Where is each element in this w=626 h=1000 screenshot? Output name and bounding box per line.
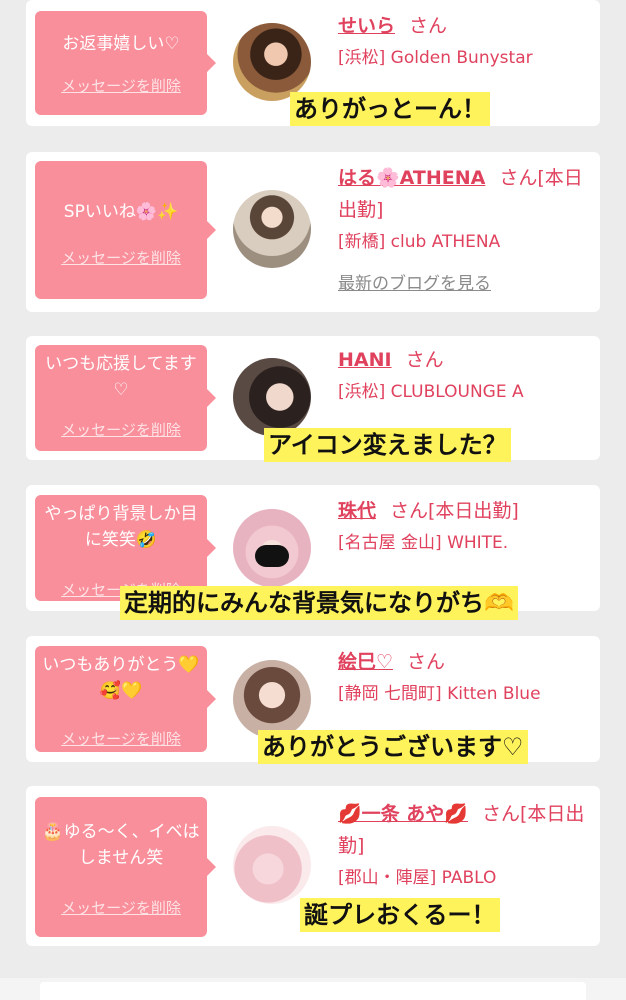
message-card: SPいいね🌸✨ メッセージを削除 はる🌸ATHENA さん[本日出勤] [新橋] … — [26, 152, 600, 312]
sender-info: HANI さん [浜松] CLUBLOUNGE A — [338, 344, 588, 408]
avatar[interactable] — [233, 23, 311, 101]
message-bubble: 🎂ゆる〜く、イベはしません笑 メッセージを削除 — [35, 797, 216, 937]
sender-info: せいら さん [浜松] Golden Bunystar — [338, 10, 588, 74]
message-bubble: いつも応援してます♡ メッセージを削除 — [35, 345, 216, 451]
message-text: 🎂ゆる〜く、イベはしません笑 — [42, 822, 200, 868]
delete-message-link[interactable]: メッセージを削除 — [35, 75, 207, 96]
sender-name-link[interactable]: 💋一条 あや💋 — [338, 803, 468, 825]
sender-info: 💋一条 あや💋 さん[本日出勤] [郡山・陣屋] PABLO — [338, 798, 600, 894]
latest-blog-link[interactable]: 最新のブログを見る — [338, 268, 588, 300]
caption-overlay: ありがとうございます♡ — [258, 730, 528, 764]
message-bubble: SPいいね🌸✨ メッセージを削除 — [35, 161, 216, 299]
caption-overlay: アイコン変えました？ — [264, 428, 511, 462]
sender-name-link[interactable]: 珠代 — [338, 500, 376, 522]
shop-name: [名古屋 金山] WHITE. — [338, 533, 509, 553]
sender-info: 絵巳♡ さん [静岡 七間町] Kitten Blue — [338, 646, 588, 710]
message-text: やっぱり背景しか目に笑笑🤣 — [44, 504, 198, 550]
shop-name: [静岡 七間町] Kitten Blue — [338, 684, 541, 704]
shop-name: [郡山・陣屋] PABLO — [338, 868, 497, 888]
shop-name: [新橋] club ATHENA — [338, 232, 501, 252]
caption-overlay: 定期的にみんな背景気になりがち🫶 — [120, 586, 518, 620]
avatar[interactable] — [233, 826, 311, 904]
delete-message-link[interactable]: メッセージを削除 — [35, 419, 207, 440]
message-text: お返事嬉しい♡ — [62, 34, 180, 54]
sender-info: 珠代 さん[本日出勤] [名古屋 金山] WHITE. — [338, 495, 588, 559]
sender-name-link[interactable]: 絵巳♡ — [338, 651, 393, 673]
avatar[interactable] — [233, 190, 311, 268]
message-bubble: いつもありがとう💛🥰💛 メッセージを削除 — [35, 646, 216, 752]
message-text: SPいいね🌸✨ — [63, 202, 179, 222]
sender-suffix: さん — [405, 349, 444, 371]
sender-name-link[interactable]: せいら — [338, 15, 395, 37]
shop-name: [浜松] CLUBLOUNGE A — [338, 382, 524, 402]
sender-name-link[interactable]: HANI — [338, 349, 392, 371]
delete-message-link[interactable]: メッセージを削除 — [35, 247, 207, 268]
avatar[interactable] — [233, 358, 311, 436]
sender-suffix: さん — [407, 651, 446, 673]
shop-name: [浜松] Golden Bunystar — [338, 48, 533, 68]
message-text: いつも応援してます♡ — [45, 354, 197, 400]
avatar[interactable] — [233, 509, 311, 587]
delete-message-link[interactable]: メッセージを削除 — [35, 728, 207, 749]
caption-overlay: ありがっとーん！ — [290, 92, 490, 126]
avatar[interactable] — [233, 660, 311, 738]
sender-suffix: さん[本日出勤] — [390, 500, 519, 522]
sticker-icon — [255, 545, 289, 567]
sender-suffix: さん — [409, 15, 448, 37]
sender-name-link[interactable]: はる🌸ATHENA — [338, 167, 485, 189]
message-text: いつもありがとう💛🥰💛 — [42, 655, 200, 701]
message-bubble: お返事嬉しい♡ メッセージを削除 — [35, 11, 216, 115]
caption-overlay: 誕プレおくるー！ — [300, 898, 500, 932]
next-section-edge — [0, 978, 626, 1000]
sender-info: はる🌸ATHENA さん[本日出勤] [新橋] club ATHENA 最新のブロ… — [338, 162, 588, 300]
delete-message-link[interactable]: メッセージを削除 — [35, 897, 207, 918]
